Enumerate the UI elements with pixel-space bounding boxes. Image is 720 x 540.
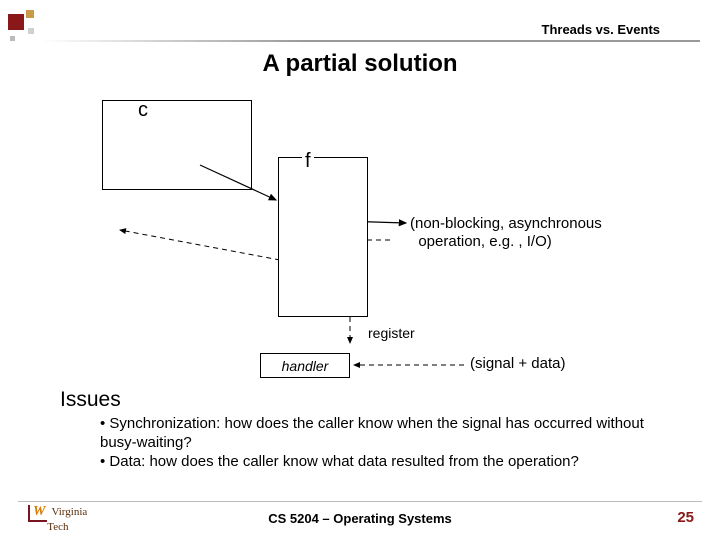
box-handler: handler bbox=[260, 353, 350, 378]
header-rule bbox=[40, 40, 700, 42]
footer-rule bbox=[18, 501, 702, 502]
issues-bullet-2: • Data: how does the caller know what da… bbox=[100, 453, 660, 472]
issues-bullet-1: • Synchronization: how does the caller k… bbox=[100, 415, 660, 453]
footer-course: CS 5204 – Operating Systems bbox=[0, 511, 720, 526]
note-signal: (signal + data) bbox=[470, 355, 565, 372]
label-register: register bbox=[368, 325, 415, 341]
note-async-l1: (non-blocking, asynchronous bbox=[410, 215, 602, 232]
label-c: c bbox=[138, 99, 148, 122]
issues-list: • Synchronization: how does the caller k… bbox=[100, 415, 660, 471]
box-f bbox=[278, 157, 368, 317]
header-topic: Threads vs. Events bbox=[542, 22, 661, 37]
slide-title: A partial solution bbox=[0, 50, 720, 78]
label-handler: handler bbox=[282, 358, 329, 374]
note-async-l2: operation, e.g. , I/O) bbox=[418, 233, 551, 250]
label-f: f bbox=[302, 150, 314, 173]
diagram-area: c f (non-blocking, asynchronous operatio… bbox=[90, 95, 630, 395]
box-c: c bbox=[102, 100, 252, 190]
note-async: (non-blocking, asynchronous operation, e… bbox=[410, 215, 602, 251]
issues-heading: Issues bbox=[60, 388, 121, 412]
footer-page-number: 25 bbox=[677, 509, 694, 526]
